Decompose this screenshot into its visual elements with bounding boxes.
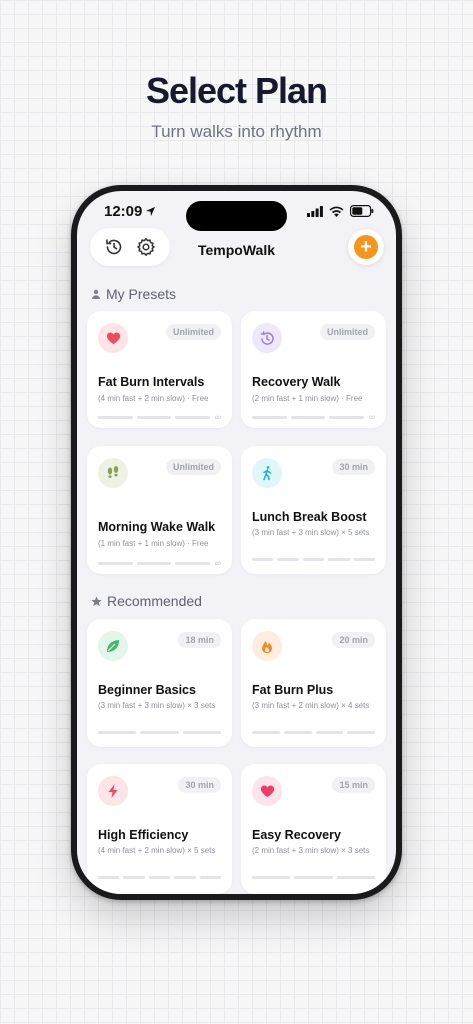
bolt-icon bbox=[108, 784, 118, 798]
plan-description: (4 min fast + 2 min slow) · Free bbox=[98, 394, 209, 403]
plan-name: Easy Recovery bbox=[252, 828, 341, 842]
icon-badge bbox=[252, 776, 282, 806]
plan-name: Morning Wake Walk bbox=[98, 520, 216, 534]
duration-badge: Unlimited bbox=[165, 324, 221, 340]
plan-name: Recovery Walk bbox=[252, 375, 341, 389]
preset-card-recovery-walk[interactable]: Unlimited Recovery Walk (2 min fast + 1 … bbox=[241, 311, 386, 428]
interval-bar bbox=[252, 876, 375, 879]
icon-badge bbox=[98, 631, 128, 661]
preset-card-fat-burn-intervals[interactable]: Unlimited Fat Burn Intervals (4 min fast… bbox=[87, 311, 232, 428]
section-my-presets-label: My Presets bbox=[106, 286, 177, 302]
recommended-card-easy-recovery[interactable]: 15 min Easy Recovery (2 min fast + 3 min… bbox=[241, 764, 386, 894]
plan-name: High Efficiency bbox=[98, 828, 189, 842]
duration-badge: Unlimited bbox=[165, 459, 221, 475]
infinity-icon: ∞ bbox=[368, 412, 376, 422]
recommended-card-high-efficiency[interactable]: 30 min High Efficiency (4 min fast + 2 m… bbox=[87, 764, 232, 894]
section-recommended-label: Recommended bbox=[107, 593, 202, 609]
duration-badge: 20 min bbox=[332, 632, 375, 648]
icon-badge bbox=[252, 323, 282, 353]
section-my-presets: My Presets bbox=[91, 286, 176, 302]
plan-name: Lunch Break Boost bbox=[252, 510, 367, 524]
recommended-card-fat-burn-plus[interactable]: 20 min Fat Burn Plus (3 min fast + 2 min… bbox=[241, 619, 386, 747]
duration-badge: 15 min bbox=[332, 777, 375, 793]
dynamic-island bbox=[186, 201, 287, 231]
footsteps-icon bbox=[107, 466, 119, 478]
icon-badge bbox=[252, 458, 282, 488]
person-icon bbox=[92, 289, 100, 299]
wifi-icon bbox=[329, 206, 344, 217]
recommended-card-beginner-basics[interactable]: 18 min Beginner Basics (3 min fast + 3 m… bbox=[87, 619, 232, 747]
interval-bar: ∞ bbox=[98, 412, 221, 422]
status-time: 12:09 bbox=[104, 203, 156, 220]
phone-frame: 12:09 TempoWalk + My Presets Unlimited F… bbox=[71, 185, 402, 900]
plan-description: (3 min fast + 3 min slow) × 3 sets bbox=[98, 701, 216, 710]
walker-icon bbox=[263, 466, 272, 481]
plan-name: Beginner Basics bbox=[98, 683, 196, 697]
interval-bar bbox=[98, 876, 222, 879]
duration-badge: Unlimited bbox=[319, 324, 375, 340]
signal-icon bbox=[307, 205, 323, 217]
leaf-icon bbox=[107, 640, 119, 652]
interval-bar: ∞ bbox=[98, 558, 221, 568]
phone-screen: 12:09 TempoWalk + My Presets Unlimited F… bbox=[77, 191, 396, 894]
icon-badge bbox=[98, 776, 128, 806]
plan-description: (1 min fast + 1 min slow) · Free bbox=[98, 539, 209, 548]
infinity-icon: ∞ bbox=[214, 558, 222, 568]
preset-card-morning-wake-walk[interactable]: Unlimited Morning Wake Walk (1 min fast … bbox=[87, 446, 232, 574]
status-time-text: 12:09 bbox=[104, 203, 143, 220]
duration-badge: 30 min bbox=[332, 459, 375, 475]
headline: Select Plan bbox=[145, 70, 328, 111]
location-arrow-icon bbox=[146, 206, 156, 217]
section-recommended: Recommended bbox=[91, 593, 202, 609]
duration-badge: 18 min bbox=[178, 632, 221, 648]
plan-description: (4 min fast + 2 min slow) × 5 sets bbox=[98, 846, 216, 855]
add-plan-button[interactable]: + bbox=[348, 229, 384, 265]
heart-icon bbox=[260, 785, 274, 797]
interval-bar bbox=[252, 731, 375, 734]
preset-card-lunch-break-boost[interactable]: 30 min Lunch Break Boost (3 min fast + 3… bbox=[241, 446, 386, 574]
plan-description: (2 min fast + 3 min slow) × 3 sets bbox=[252, 846, 370, 855]
interval-bar bbox=[252, 558, 376, 561]
icon-badge bbox=[252, 631, 282, 661]
icon-badge bbox=[98, 458, 128, 488]
plan-description: (3 min fast + 2 min slow) × 4 sets bbox=[252, 701, 370, 710]
plan-description: (3 min fast + 3 min slow) × 5 sets bbox=[252, 528, 370, 537]
interval-bar bbox=[98, 731, 221, 734]
plan-description: (2 min fast + 1 min slow) · Free bbox=[252, 394, 363, 403]
duration-badge: 30 min bbox=[178, 777, 221, 793]
plan-name: Fat Burn Intervals bbox=[98, 375, 205, 389]
flame-icon bbox=[262, 641, 272, 653]
timer-icon bbox=[260, 331, 274, 345]
plus-icon: + bbox=[354, 235, 378, 259]
heart-icon bbox=[106, 332, 120, 344]
status-icons bbox=[307, 205, 374, 217]
subhead: Turn walks into rhythm bbox=[151, 122, 322, 141]
interval-bar: ∞ bbox=[252, 412, 375, 422]
plan-name: Fat Burn Plus bbox=[252, 683, 334, 697]
icon-badge bbox=[98, 323, 128, 353]
battery-icon bbox=[350, 205, 374, 217]
star-icon bbox=[91, 595, 102, 606]
infinity-icon: ∞ bbox=[214, 412, 222, 422]
